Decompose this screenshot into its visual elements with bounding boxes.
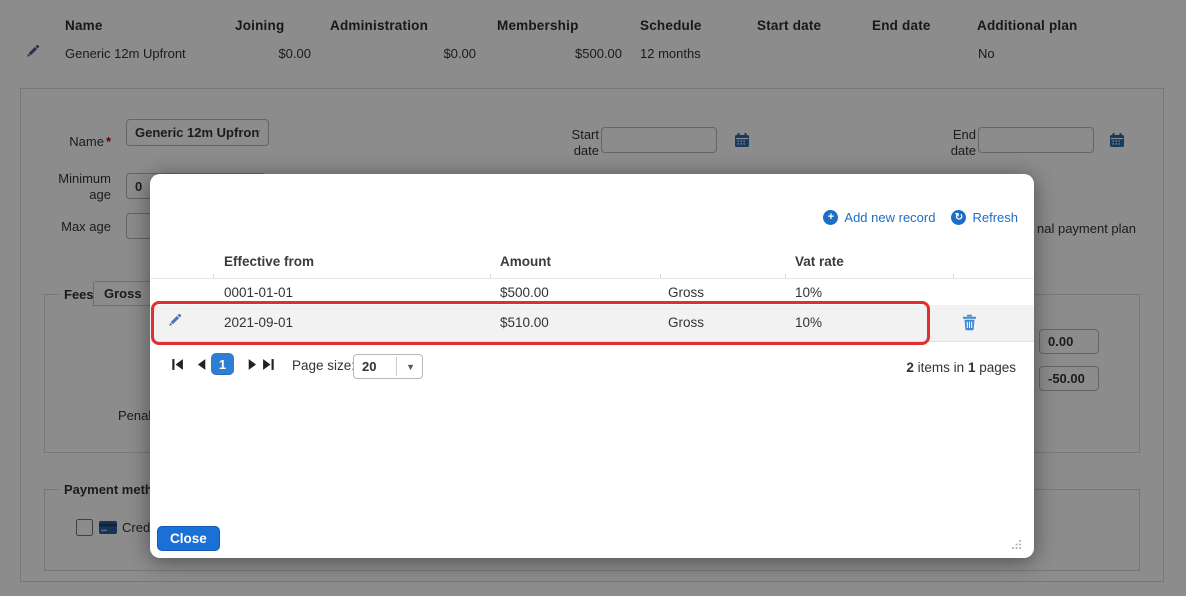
pagination-prev-button[interactable]: [195, 358, 209, 372]
amount-cell: $510.00: [500, 315, 549, 330]
refresh-link[interactable]: ↻ Refresh: [951, 210, 1018, 225]
vat-rate-cell: 10%: [795, 315, 822, 330]
vat-rate-cell: 10%: [795, 285, 822, 300]
add-new-record-link[interactable]: + Add new record: [823, 210, 935, 225]
items-summary: 2 items in 1 pages: [906, 360, 1016, 375]
prices-modal: + Add new record ↻ Refresh Effective fro…: [150, 174, 1034, 558]
amount-cell: $500.00: [500, 285, 549, 300]
chevron-down-icon: ▼: [406, 362, 415, 372]
page-size-label: Page size:: [292, 358, 355, 374]
page-size-dropdown[interactable]: 20 ▼: [353, 354, 423, 379]
edit-price-pencil-icon[interactable]: [168, 313, 182, 327]
dropdown-divider: [396, 357, 397, 376]
modal-col-vat-rate: Vat rate: [795, 254, 844, 269]
pagination-first-button[interactable]: [171, 358, 185, 372]
resize-handle[interactable]: [1011, 539, 1022, 550]
add-icon: +: [823, 210, 838, 225]
modal-toolbar: + Add new record ↻ Refresh: [823, 210, 1018, 225]
modal-col-amount: Amount: [500, 254, 551, 269]
pagination-next-button[interactable]: [246, 358, 260, 372]
close-button[interactable]: Close: [157, 526, 220, 551]
amount-type-cell: Gross: [668, 285, 704, 300]
pagination-last-button[interactable]: [262, 358, 276, 372]
page-size-value: 20: [362, 359, 376, 374]
amount-type-cell: Gross: [668, 315, 704, 330]
delete-price-trash-icon[interactable]: [962, 314, 977, 331]
price-row[interactable]: 0001-01-01 $500.00 Gross 10%: [150, 278, 1034, 305]
effective-from-cell: 0001-01-01: [224, 285, 293, 300]
modal-col-effective-from: Effective from: [224, 254, 314, 269]
pagination-page-1-button[interactable]: 1: [211, 353, 234, 375]
price-row-selected[interactable]: 2021-09-01 $510.00 Gross 10%: [150, 305, 1034, 342]
refresh-icon: ↻: [951, 210, 966, 225]
effective-from-cell: 2021-09-01: [224, 315, 293, 330]
